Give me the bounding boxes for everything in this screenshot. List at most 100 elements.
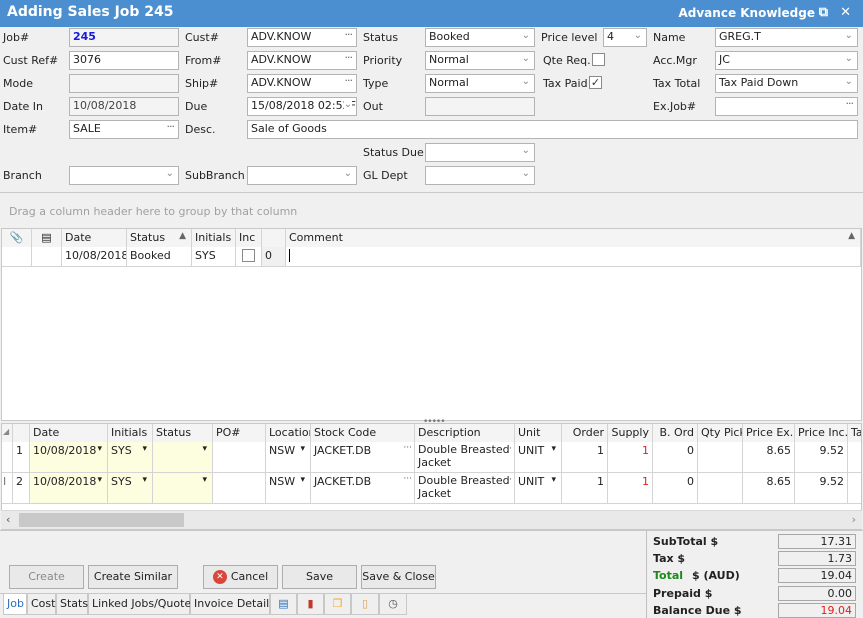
tab-job[interactable]: Job (3, 594, 27, 615)
create-similar-button[interactable]: Create Similar (88, 565, 178, 589)
cust-input[interactable]: ADV.KNOW ··· (247, 28, 357, 47)
price-inc-cell[interactable]: 9.52 (795, 442, 848, 473)
tab-linked-jobs[interactable]: Linked Jobs/Quotes (88, 594, 197, 615)
initials-cell[interactable]: SYS ▾ (108, 473, 153, 504)
scrollbar-thumb[interactable] (19, 513, 184, 527)
col-header-comment[interactable]: Comment ▲ (286, 229, 861, 247)
unit-cell[interactable]: UNIT ▾ (515, 442, 562, 473)
col-header-date[interactable]: Date (30, 424, 108, 442)
close-icon[interactable]: ✕ (840, 5, 851, 20)
qty-pick-cell[interactable] (698, 442, 743, 473)
col-header-status[interactable]: Status (153, 424, 213, 442)
tab-stats[interactable]: Stats (56, 594, 88, 615)
qty-pick-cell[interactable] (698, 473, 743, 504)
note-icon[interactable]: ▤ (32, 229, 62, 247)
supply-cell[interactable]: 1 (608, 442, 653, 473)
clipboard-icon[interactable]: ▯ (351, 594, 379, 615)
order-cell[interactable]: 1 (562, 442, 608, 473)
col-header-order[interactable]: Order (562, 424, 608, 442)
item-input[interactable]: SALE ··· (69, 120, 179, 139)
horizontal-scrollbar[interactable]: ‹ › (1, 510, 862, 529)
ellipsis-icon[interactable]: ··· (503, 443, 512, 456)
date-cell[interactable]: 10/08/2018 ▾ (30, 442, 108, 473)
col-header-inc[interactable]: Inc (236, 229, 262, 247)
status-cell[interactable]: ▾ (153, 473, 213, 504)
col-header-date[interactable]: Date (62, 229, 127, 247)
create-quote-button[interactable]: Create Quote (9, 565, 84, 605)
unit-cell[interactable]: UNIT ▾ (515, 473, 562, 504)
copy-icon[interactable]: ❐ (324, 594, 351, 615)
dropdown-arrow-icon[interactable]: ▾ (300, 444, 305, 454)
col-header-num[interactable] (262, 229, 286, 247)
schedule-icon[interactable]: ◷ (379, 594, 407, 615)
scroll-right-icon[interactable]: › (852, 513, 856, 526)
save-button[interactable]: Save (282, 565, 357, 589)
tab-cost[interactable]: Cost (27, 594, 56, 615)
ellipsis-icon[interactable]: ··· (846, 98, 854, 110)
po-cell[interactable] (213, 442, 266, 473)
ellipsis-icon[interactable]: ··· (403, 443, 412, 453)
col-header-stock-code[interactable]: Stock Code (311, 424, 415, 442)
date-cell[interactable]: 10/08/2018 (62, 247, 127, 267)
date-cell[interactable]: 10/08/2018 ▾ (30, 473, 108, 504)
dropdown-arrow-icon[interactable]: ▾ (300, 475, 305, 485)
ship-input[interactable]: ADV.KNOW ··· (247, 74, 357, 93)
stock-code-cell[interactable]: JACKET.DB ··· (311, 473, 415, 504)
scroll-left-icon[interactable]: ‹ (6, 513, 10, 526)
ellipsis-icon[interactable]: ··· (345, 52, 353, 64)
ellipsis-icon[interactable]: ··· (403, 474, 412, 484)
subbranch-select[interactable]: ⌄ (247, 166, 357, 185)
col-header-po[interactable]: PO# (213, 424, 266, 442)
tax-cell[interactable] (848, 442, 861, 473)
price-inc-cell[interactable]: 9.52 (795, 473, 848, 504)
inc-checkbox[interactable] (242, 249, 255, 262)
location-cell[interactable]: NSW ▾ (266, 473, 311, 504)
col-header-tax[interactable]: Tax (848, 424, 861, 442)
tax-cell[interactable] (848, 473, 861, 504)
col-header-supply[interactable]: Supply (608, 424, 653, 442)
from-input[interactable]: ADV.KNOW ··· (247, 51, 357, 70)
status-due-select[interactable]: ⌄ (425, 143, 535, 162)
bord-cell[interactable]: 0 (653, 442, 698, 473)
tax-total-select[interactable]: Tax Paid Down ⌄ (715, 74, 858, 93)
due-date-picker[interactable]: 15/08/2018 02:52F ⌄ (247, 97, 357, 116)
col-header-qty-pick[interactable]: Qty Pick (698, 424, 743, 442)
col-header-description[interactable]: Description (415, 424, 515, 442)
col-header-price-ex[interactable]: Price Ex. (743, 424, 795, 442)
acc-mgr-select[interactable]: JC ⌄ (715, 51, 858, 70)
po-cell[interactable] (213, 473, 266, 504)
ellipsis-icon[interactable]: ··· (345, 75, 353, 87)
status-select[interactable]: Booked ⌄ (425, 28, 535, 47)
ellipsis-icon[interactable]: ··· (503, 474, 512, 487)
price-level-select[interactable]: 4 ⌄ (603, 28, 647, 47)
name-select[interactable]: GREG.T ⌄ (715, 28, 858, 47)
dropdown-arrow-icon[interactable]: ▾ (97, 475, 102, 485)
book-icon[interactable]: ▮ (297, 594, 324, 615)
col-header-status[interactable]: Status ▲ (127, 229, 192, 247)
col-header-bord[interactable]: B. Ord (653, 424, 698, 442)
select-all-icon[interactable]: ◢ (2, 424, 13, 442)
order-cell[interactable]: 1 (562, 473, 608, 504)
status-cell[interactable]: Booked (127, 247, 192, 267)
price-ex-cell[interactable]: 8.65 (743, 473, 795, 504)
status-cell[interactable]: ▾ (153, 442, 213, 473)
stock-code-cell[interactable]: JACKET.DB ··· (311, 442, 415, 473)
dropdown-arrow-icon[interactable]: ▾ (97, 444, 102, 454)
dropdown-arrow-icon[interactable]: ▾ (551, 475, 556, 485)
location-cell[interactable]: NSW ▾ (266, 442, 311, 473)
comment-cell[interactable] (286, 247, 861, 267)
ellipsis-icon[interactable]: ··· (345, 29, 353, 41)
gl-dept-select[interactable]: ⌄ (425, 166, 535, 185)
price-ex-cell[interactable]: 8.65 (743, 442, 795, 473)
dropdown-arrow-icon[interactable]: ▾ (202, 475, 207, 485)
col-header-location[interactable]: Location (266, 424, 311, 442)
supply-cell[interactable]: 1 (608, 473, 653, 504)
qte-req-checkbox[interactable] (592, 53, 605, 66)
form-icon[interactable]: ▤ (270, 594, 297, 615)
type-select[interactable]: Normal ⌄ (425, 74, 535, 93)
dropdown-arrow-icon[interactable]: ▾ (551, 444, 556, 454)
initials-cell[interactable]: SYS (192, 247, 236, 267)
scroll-up-icon[interactable]: ▲ (848, 231, 855, 241)
col-header-initials[interactable]: Initials (108, 424, 153, 442)
restore-icon[interactable]: ⧉ (819, 5, 828, 20)
